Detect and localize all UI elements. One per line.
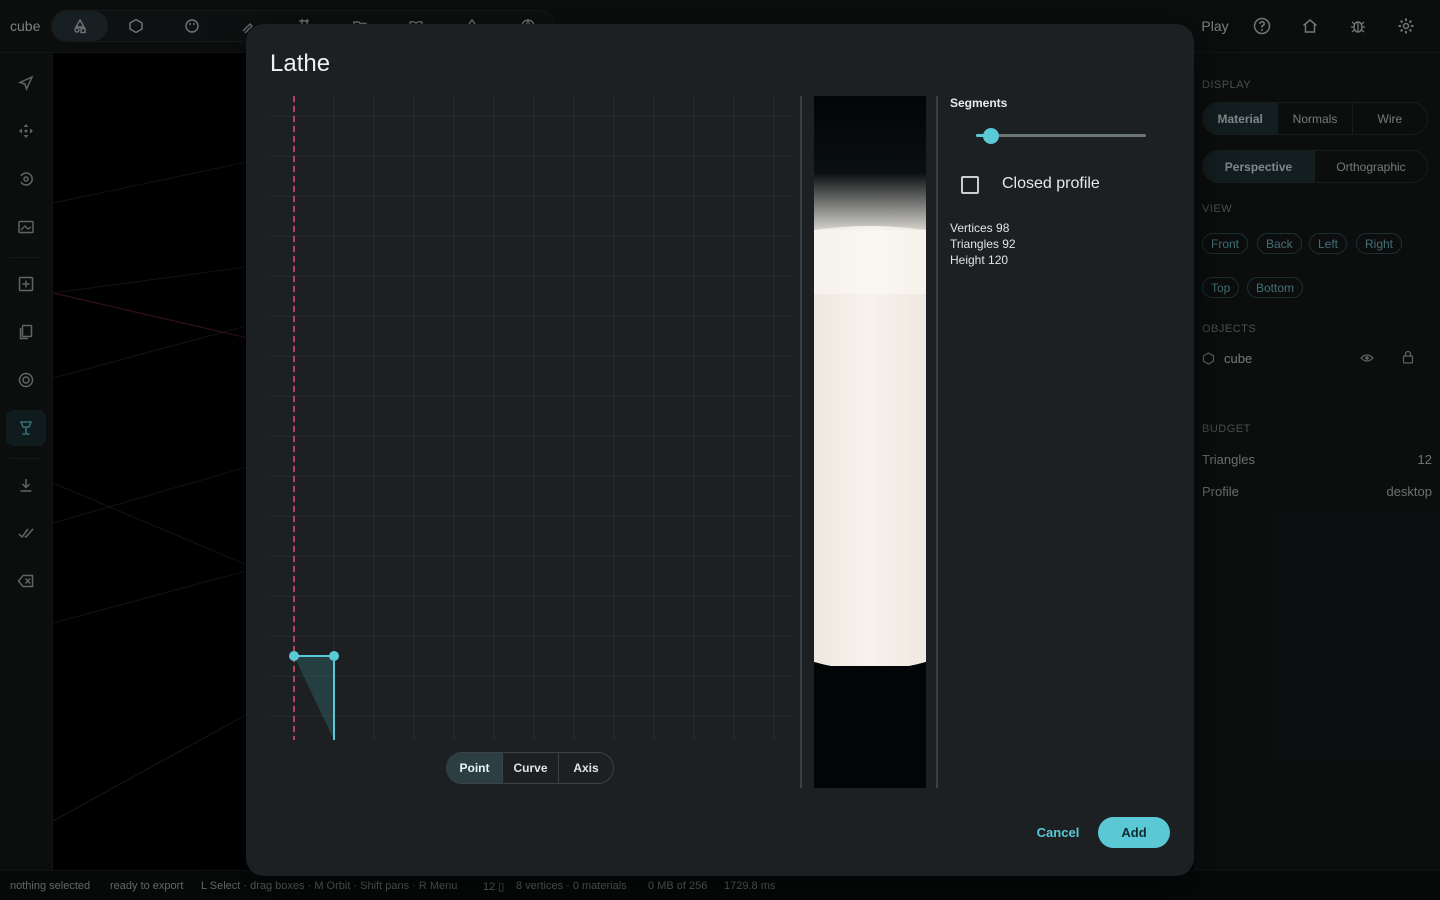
profile-point[interactable]	[289, 651, 299, 661]
profile-point[interactable]	[329, 651, 339, 661]
dialog-divider	[800, 96, 802, 788]
lathe-preview[interactable]	[814, 96, 926, 788]
edit-mode-toggle: Point Curve Axis	[446, 752, 614, 784]
cancel-button[interactable]: Cancel	[1030, 818, 1086, 846]
preview-render	[814, 96, 926, 788]
dialog-title: Lathe	[270, 50, 331, 77]
segments-slider-track[interactable]	[976, 134, 1146, 137]
segments-label: Segments	[950, 96, 1008, 110]
stat-vertices: Vertices 98	[950, 221, 1010, 235]
segments-slider-thumb[interactable]	[983, 128, 1000, 144]
stat-height: Height 120	[950, 253, 1009, 267]
dialog-divider	[936, 96, 938, 788]
closed-profile-label: Closed profile	[1002, 175, 1100, 192]
profile-fill	[294, 656, 334, 740]
lathe-dialog: Lathe Point Curve Axis Segments Closed p…	[246, 24, 1194, 876]
profile-editor-grid	[270, 96, 790, 740]
add-button[interactable]: Add	[1098, 817, 1170, 848]
profile-editor-canvas[interactable]	[270, 96, 790, 740]
mode-curve-button[interactable]: Curve	[503, 753, 559, 783]
mode-point-button[interactable]: Point	[447, 753, 503, 783]
closed-profile-checkbox[interactable]	[961, 176, 979, 194]
stat-triangles: Triangles 92	[950, 237, 1016, 251]
mode-axis-button[interactable]: Axis	[559, 753, 613, 783]
